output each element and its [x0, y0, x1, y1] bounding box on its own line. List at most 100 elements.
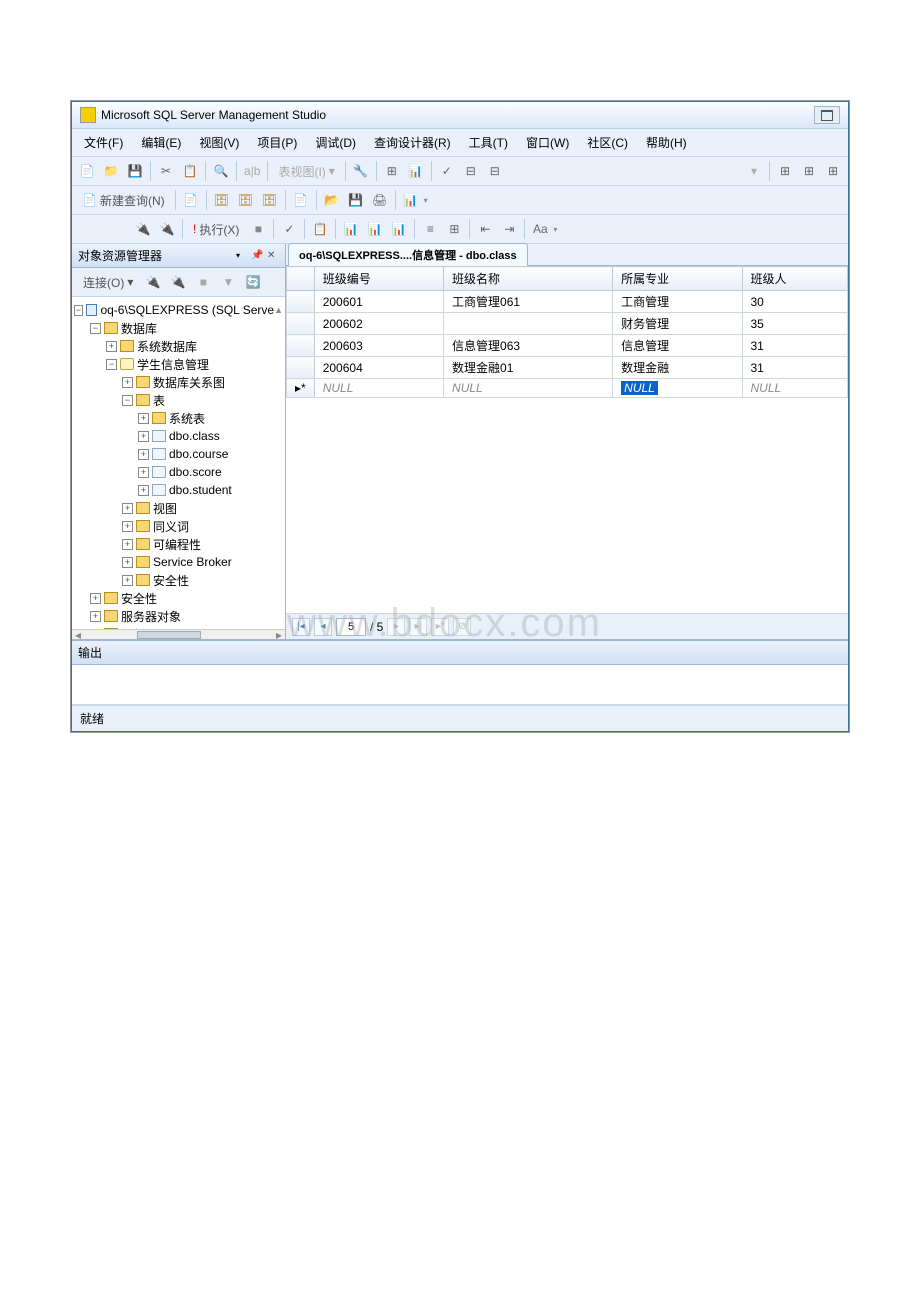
tab-icon[interactable]: ⊟: [460, 160, 482, 182]
table-row[interactable]: 200603信息管理063信息管理31: [287, 335, 848, 357]
refresh-icon[interactable]: 🔄: [242, 271, 264, 293]
tree-synonyms[interactable]: 同义词: [153, 518, 189, 535]
nav-first-icon[interactable]: |◂: [292, 618, 310, 636]
expander-icon[interactable]: +: [106, 341, 117, 352]
save2-icon[interactable]: 💾: [345, 189, 367, 211]
outline-icon[interactable]: 📋: [309, 218, 331, 240]
tab-dbo-class[interactable]: oq-6\SQLEXPRESS....信息管理 - dbo.class: [288, 243, 528, 266]
open-icon[interactable]: 📁: [100, 160, 122, 182]
stop-icon[interactable]: ■: [247, 218, 269, 240]
menu-help[interactable]: 帮助(H): [638, 131, 695, 154]
verify-icon[interactable]: ✓: [436, 160, 458, 182]
save-icon[interactable]: 💾: [124, 160, 146, 182]
new-project-icon[interactable]: 📄: [76, 160, 98, 182]
nav-next-icon[interactable]: ▸: [387, 618, 405, 636]
tree-dbo-class[interactable]: dbo.class: [169, 429, 220, 443]
new-query-button[interactable]: 📄新建查询(N): [76, 190, 171, 211]
expander-icon[interactable]: +: [90, 611, 101, 622]
connect-icon[interactable]: 🔌: [132, 218, 154, 240]
close-icon[interactable]: ✕: [267, 250, 279, 262]
nav-new-icon[interactable]: ▸*: [431, 618, 449, 636]
plan2-icon[interactable]: 📊: [364, 218, 386, 240]
output-body[interactable]: [72, 665, 848, 705]
expander-icon[interactable]: +: [138, 467, 149, 478]
result-grid-icon[interactable]: ⊞: [443, 218, 465, 240]
db1-icon[interactable]: 🗄: [211, 189, 233, 211]
col-class-name[interactable]: 班级名称: [444, 267, 613, 291]
table-row[interactable]: 200601工商管理061工商管理30: [287, 291, 848, 313]
nav-prev-icon[interactable]: ◂: [314, 618, 332, 636]
file1-icon[interactable]: 📄: [180, 189, 202, 211]
tree-server-objects[interactable]: 服务器对象: [121, 608, 181, 625]
results-icon[interactable]: 📊: [405, 160, 427, 182]
nav-last-icon[interactable]: ▸|: [409, 618, 427, 636]
panel-dropdown-icon[interactable]: ▾: [236, 251, 248, 260]
filter-icon[interactable]: ▼: [217, 271, 239, 293]
tree-studentdb[interactable]: 学生信息管理: [137, 356, 209, 373]
group1-icon[interactable]: ⊞: [774, 160, 796, 182]
expander-icon[interactable]: +: [122, 377, 133, 388]
comment-icon[interactable]: Aa: [529, 218, 551, 240]
expander-icon[interactable]: +: [138, 449, 149, 460]
col-major[interactable]: 所属专业: [613, 267, 742, 291]
table-row-new[interactable]: ▸*NULLNULLNULLNULL: [287, 379, 848, 398]
table-row[interactable]: 200604数理金融01数理金融31: [287, 357, 848, 379]
connect-dropdown[interactable]: 连接(O) ▾: [77, 272, 139, 293]
nav-current-input[interactable]: [336, 618, 366, 636]
menu-project[interactable]: 项目(P): [249, 131, 305, 154]
parse-icon[interactable]: ✓: [278, 218, 300, 240]
plan1-icon[interactable]: 📊: [340, 218, 362, 240]
expander-icon[interactable]: +: [122, 539, 133, 550]
menu-window[interactable]: 窗口(W): [518, 131, 577, 154]
print-icon[interactable]: 🖨: [369, 189, 391, 211]
dropdown-icon[interactable]: ▾: [743, 160, 765, 182]
pin-icon[interactable]: 📌: [251, 250, 263, 262]
tree-db-security[interactable]: 安全性: [153, 572, 189, 589]
db3-icon[interactable]: 🗄: [259, 189, 281, 211]
connect-btn-icon[interactable]: 🔌: [142, 271, 164, 293]
menu-view[interactable]: 视图(V): [191, 131, 247, 154]
cut-icon[interactable]: ✂: [155, 160, 177, 182]
expander-icon[interactable]: +: [90, 593, 101, 604]
open2-icon[interactable]: 📂: [321, 189, 343, 211]
expander-icon[interactable]: −: [74, 305, 83, 316]
disconnect-btn-icon[interactable]: 🔌: [167, 271, 189, 293]
expander-icon[interactable]: +: [138, 413, 149, 424]
indent-right-icon[interactable]: ⇥: [498, 218, 520, 240]
table-view-dropdown[interactable]: 表视图(I) ▾: [272, 161, 340, 182]
menu-community[interactable]: 社区(C): [579, 131, 636, 154]
tree-dbo-course[interactable]: dbo.course: [169, 447, 228, 461]
expander-icon[interactable]: +: [138, 431, 149, 442]
expander-icon[interactable]: +: [122, 521, 133, 532]
sql-icon[interactable]: 🔧: [350, 160, 372, 182]
plan3-icon[interactable]: 📊: [388, 218, 410, 240]
menu-edit[interactable]: 编辑(E): [133, 131, 189, 154]
tree-tables[interactable]: 表: [153, 392, 165, 409]
tree-views[interactable]: 视图: [153, 500, 177, 517]
file2-icon[interactable]: 📄: [290, 189, 312, 211]
tree-server[interactable]: oq-6\SQLEXPRESS (SQL Serve: [100, 303, 274, 317]
execute-button[interactable]: ! 执行(X): [187, 219, 245, 240]
expander-icon[interactable]: −: [106, 359, 117, 370]
col-count[interactable]: 班级人: [742, 267, 848, 291]
expander-icon[interactable]: +: [138, 485, 149, 496]
tree-databases[interactable]: 数据库: [121, 320, 157, 337]
maximize-button[interactable]: [814, 106, 840, 124]
find-icon[interactable]: 🔍: [210, 160, 232, 182]
grid-icon[interactable]: ⊞: [381, 160, 403, 182]
tree-systables[interactable]: 系统表: [169, 410, 205, 427]
nav-stop-icon[interactable]: ⊘: [453, 618, 471, 636]
menu-debug[interactable]: 调试(D): [307, 131, 364, 154]
horizontal-scrollbar[interactable]: ◂ ▸: [72, 629, 285, 639]
db2-icon[interactable]: 🗄: [235, 189, 257, 211]
menu-file[interactable]: 文件(F): [76, 131, 131, 154]
result-text-icon[interactable]: ≡: [419, 218, 441, 240]
activity-icon[interactable]: 📊: [400, 189, 422, 211]
expander-icon[interactable]: −: [90, 323, 101, 334]
table-row[interactable]: 200602财务管理35: [287, 313, 848, 335]
tree-service-broker[interactable]: Service Broker: [153, 555, 232, 569]
tree-diagrams[interactable]: 数据库关系图: [153, 374, 225, 391]
tree-programmability[interactable]: 可编程性: [153, 536, 201, 553]
menu-query-designer[interactable]: 查询设计器(R): [366, 131, 459, 154]
indent-left-icon[interactable]: ⇤: [474, 218, 496, 240]
